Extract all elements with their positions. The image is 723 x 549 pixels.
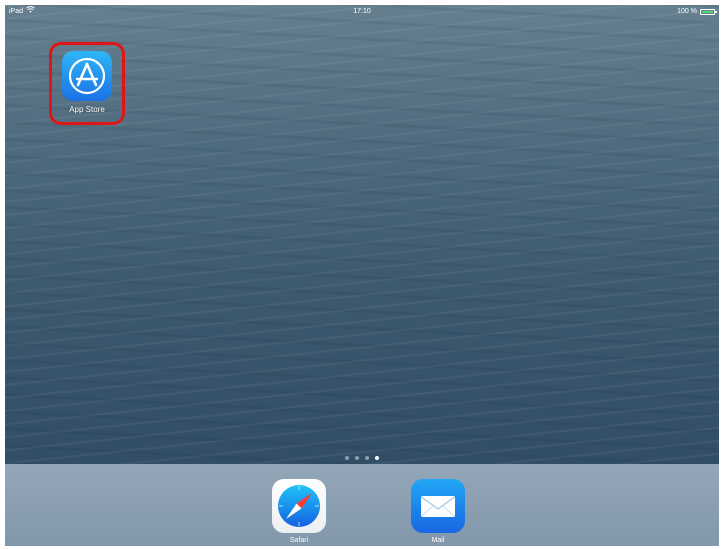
battery-icon bbox=[700, 9, 717, 15]
app-store-app[interactable]: App Store bbox=[49, 42, 125, 125]
page-dot-active[interactable] bbox=[375, 456, 379, 460]
status-bar: iPad 17:10 100 % bbox=[5, 5, 719, 19]
status-time: 17:10 bbox=[353, 8, 371, 15]
battery-percentage: 100 % bbox=[677, 8, 697, 15]
battery-tip bbox=[715, 11, 717, 13]
battery-fill bbox=[702, 11, 713, 13]
app-store-icon[interactable] bbox=[62, 51, 112, 101]
safari-app[interactable]: Safari bbox=[264, 479, 334, 544]
safari-label: Safari bbox=[289, 537, 309, 544]
page-indicator[interactable] bbox=[5, 456, 719, 460]
safari-compass-icon[interactable] bbox=[272, 479, 326, 533]
mail-app[interactable]: Mail bbox=[403, 479, 473, 544]
ipad-home-screen: iPad 17:10 100 % App Store Safari Mail bbox=[5, 5, 719, 546]
page-dot[interactable] bbox=[345, 456, 349, 460]
mail-envelope-icon[interactable] bbox=[411, 479, 465, 533]
mail-label: Mail bbox=[431, 537, 445, 544]
status-right: 100 % bbox=[677, 5, 717, 19]
page-dot[interactable] bbox=[365, 456, 369, 460]
dock: Safari Mail bbox=[5, 464, 719, 546]
page-dot[interactable] bbox=[355, 456, 359, 460]
app-store-label: App Store bbox=[69, 105, 105, 114]
